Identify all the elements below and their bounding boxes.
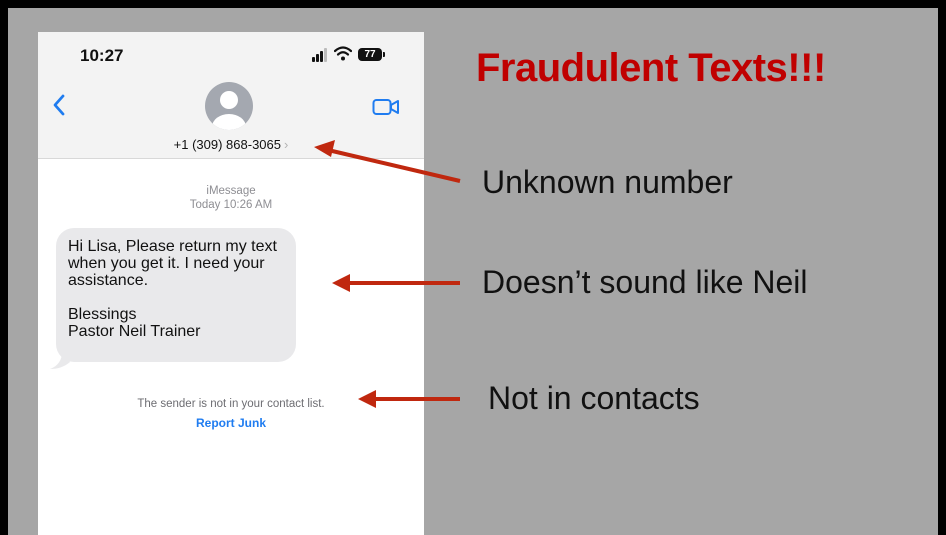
slide: 10:27 77 +1 (309) 868-3065 › iMessage To… [8,8,938,535]
arrow-not-in-contacts [358,390,460,408]
arrow-unknown-number [314,140,461,183]
arrow-doesnt-sound-like-neil [332,274,460,292]
annotation-arrows [314,140,461,408]
